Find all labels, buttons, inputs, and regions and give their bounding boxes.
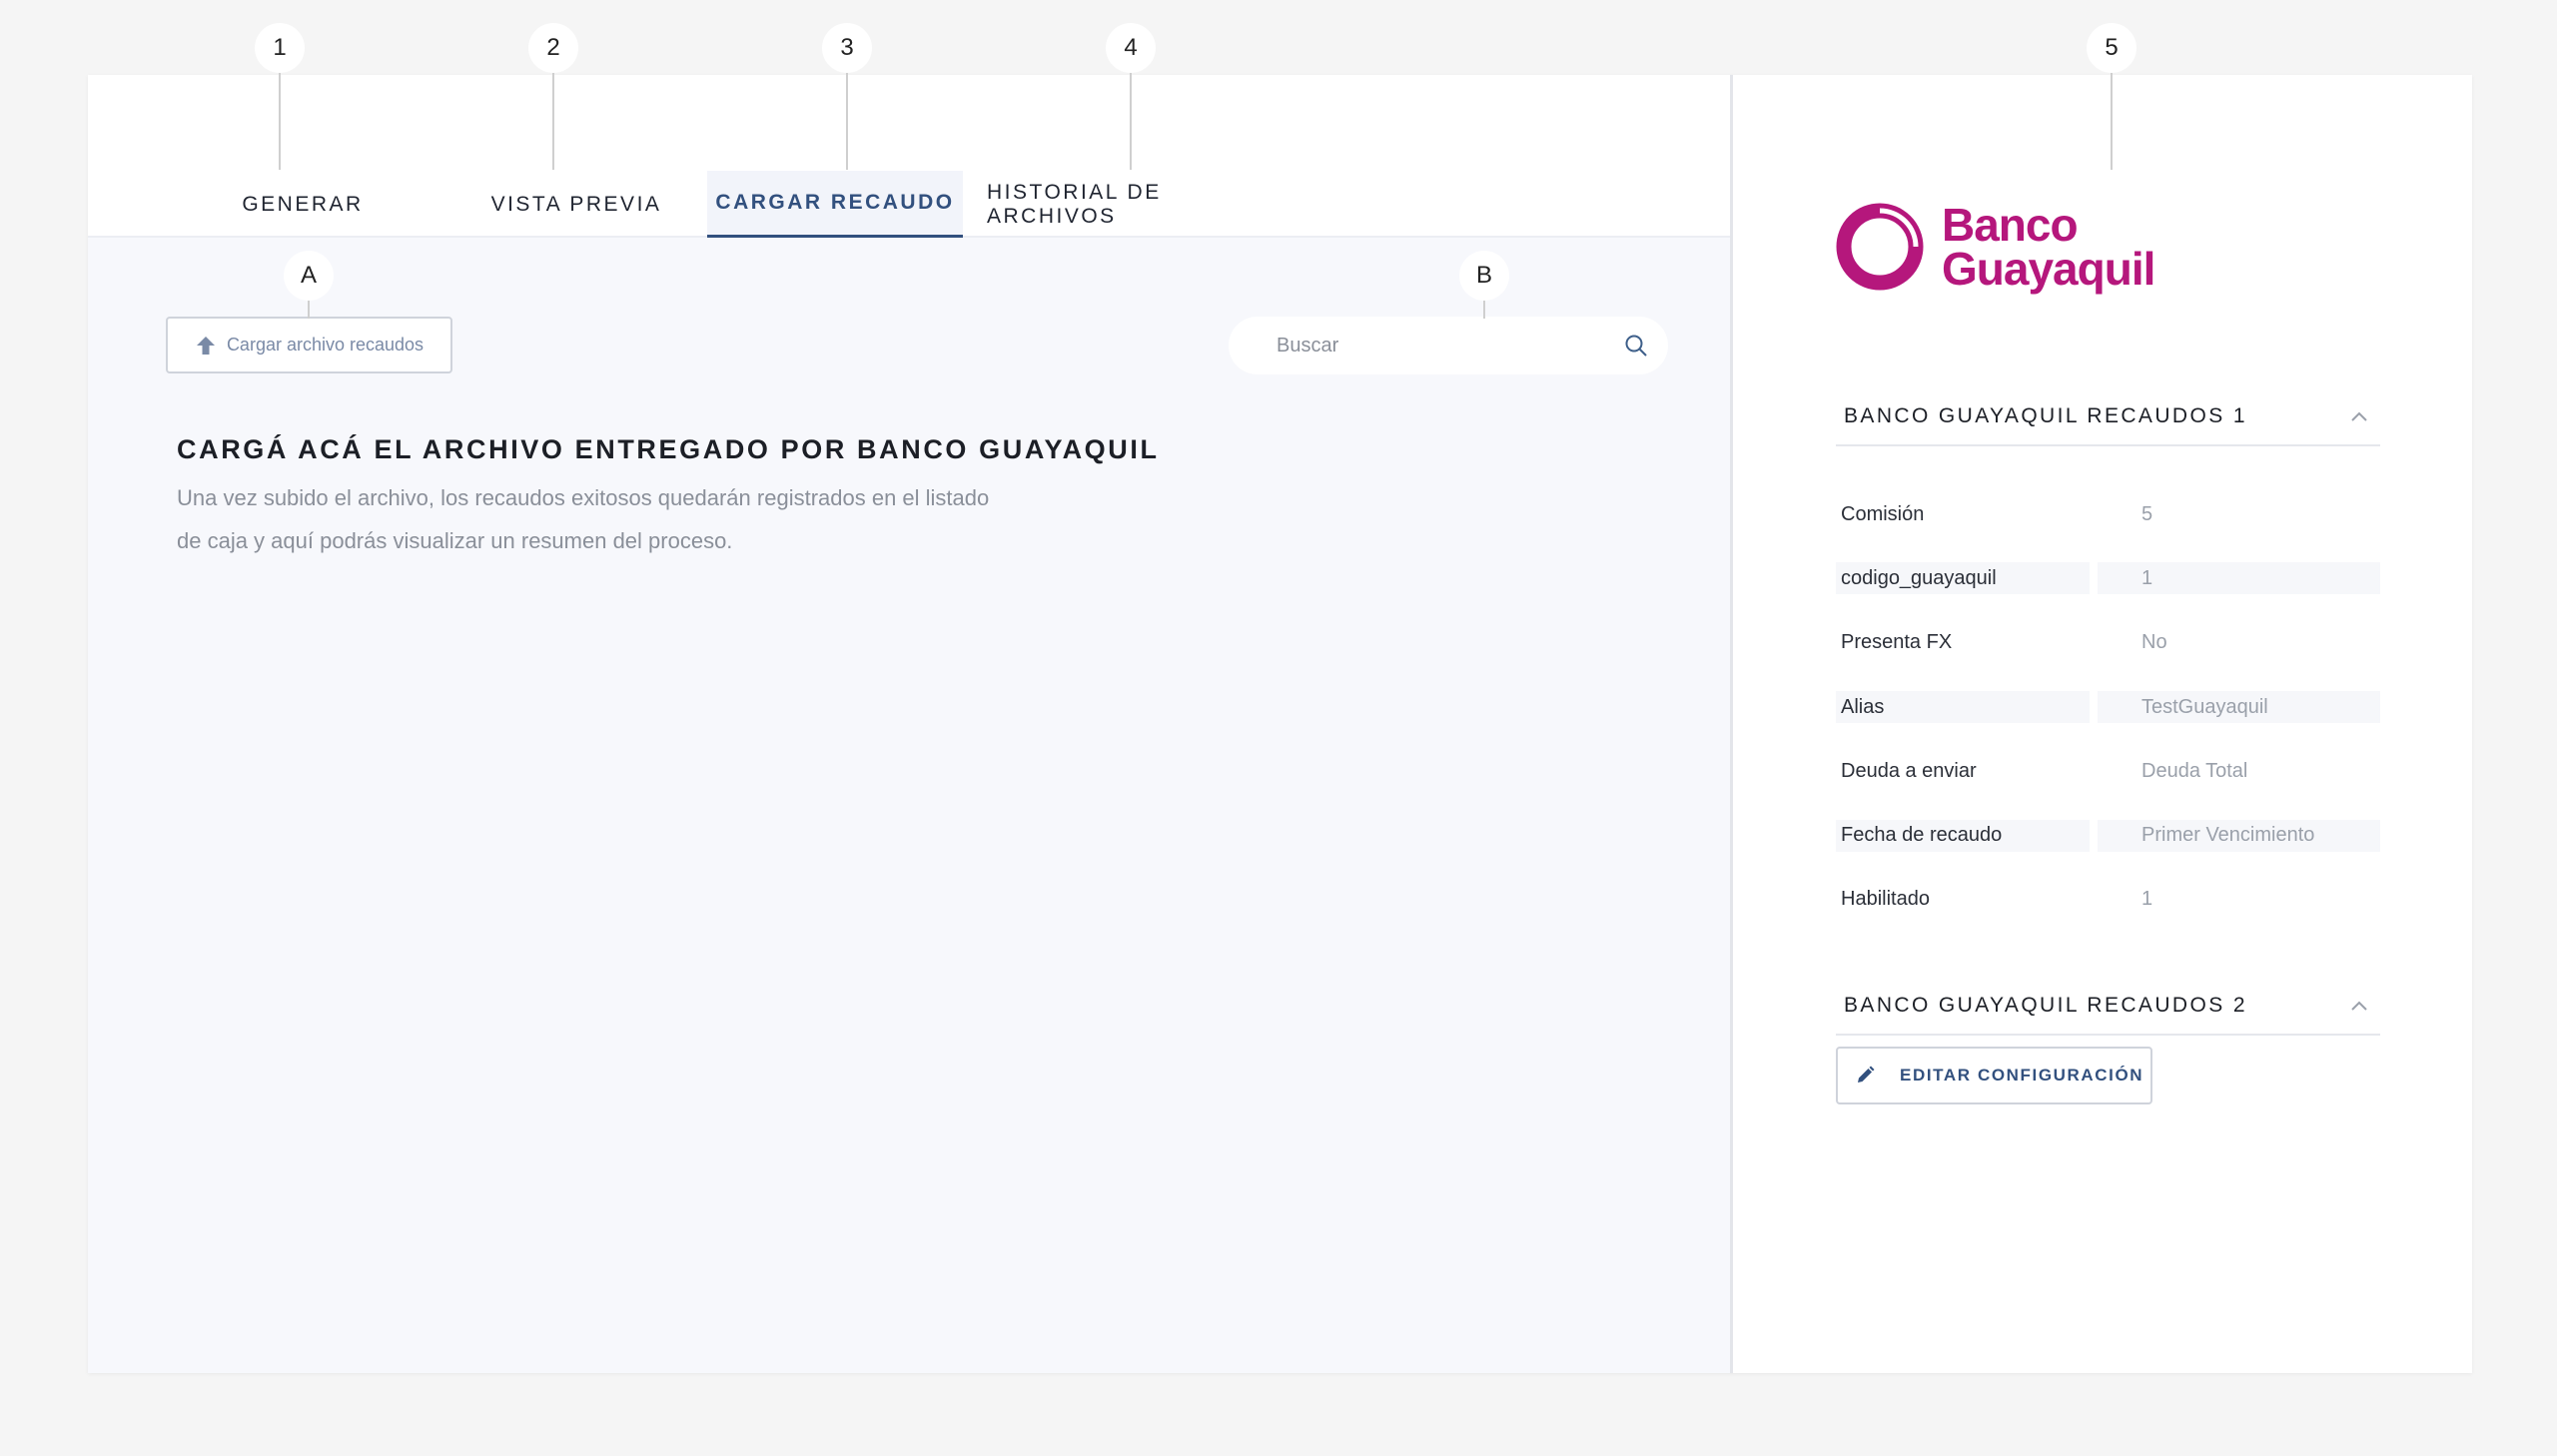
upload-file-button[interactable]: Cargar archivo recaudos [166,317,452,373]
tabs-bar: GENERAR VISTA PREVIA CARGAR RECAUDO HIST… [88,75,1730,238]
search-input[interactable] [1277,334,1624,358]
upload-description-line-1: Una vez subido el archivo, los recaudos … [177,485,990,510]
annotation-marker-a: A [284,251,334,301]
config-key: Habilitado [1841,888,1930,911]
config-key: Fecha de recaudo [1836,819,2090,852]
left-panel: GENERAR VISTA PREVIA CARGAR RECAUDO HIST… [88,75,1733,1373]
config-row-habilitado: Habilitado 1 [1836,868,2380,932]
config-key: codigo_guayaquil [1836,562,2090,595]
annotation-marker-b: B [1459,251,1509,301]
config-row-presenta-fx: Presenta FX No [1836,611,2380,675]
config-row-deuda-a-enviar: Deuda a enviar Deuda Total [1836,739,2380,803]
upload-title: CARGÁ ACÁ EL ARCHIVO ENTREGADO POR BANCO… [177,434,1160,464]
config-key: Alias [1836,691,2090,724]
annotation-marker-4: 4 [1106,23,1156,73]
config-row-codigo-guayaquil: codigo_guayaquil 1 [1836,546,2380,610]
bank-logo-swirl-icon [1836,203,1924,291]
tab-generar[interactable]: GENERAR [228,171,378,238]
annotation-marker-1: 1 [255,23,305,73]
upload-description: Una vez subido el archivo, los recaudos … [177,476,1076,562]
config-value: 1 [2098,562,2380,595]
section-header-recaudos-1[interactable]: BANCO GUAYAQUIL RECAUDOS 1 [1836,388,2380,446]
config-value: TestGuayaquil [2098,691,2380,724]
section-title: BANCO GUAYAQUIL RECAUDOS 1 [1844,404,2247,427]
bank-logo-line-2: Guayaquil [1942,243,2155,295]
config-key: Deuda a enviar [1841,759,1977,782]
bank-logo-text: Banco Guayaquil [1942,199,2155,295]
upload-file-label: Cargar archivo recaudos [226,335,425,355]
tab-cargar-recaudo[interactable]: CARGAR RECAUDO [707,171,963,238]
annotation-marker-2: 2 [528,23,578,73]
annotation-marker-3: 3 [822,23,872,73]
config-key: Presenta FX [1841,631,1953,654]
annotation-marker-5: 5 [2087,23,2136,73]
main-card: GENERAR VISTA PREVIA CARGAR RECAUDO HIST… [88,75,2472,1373]
tab-vista-previa[interactable]: VISTA PREVIA [471,171,681,238]
config-value: Deuda Total [2141,759,2248,782]
config-row-alias: Alias TestGuayaquil [1836,675,2380,739]
section-title: BANCO GUAYAQUIL RECAUDOS 2 [1844,994,2247,1017]
chevron-up-icon[interactable] [2350,410,2368,422]
tab-historial-de-archivos[interactable]: HISTORIAL DE ARCHIVOS [987,171,1277,238]
search-icon[interactable] [1624,334,1648,358]
search-box [1229,317,1668,374]
section-header-recaudos-2[interactable]: BANCO GUAYAQUIL RECAUDOS 2 [1836,978,2380,1036]
config-value: 1 [2141,888,2153,911]
config-row-fecha-de-recaudo: Fecha de recaudo Primer Vencimiento [1836,803,2380,867]
edit-configuration-label: EDITAR CONFIGURACIÓN [1900,1066,2144,1085]
config-row-comision: Comisión 5 [1836,482,2380,546]
upload-arrow-icon [195,335,217,357]
bank-logo: Banco Guayaquil [1836,199,2155,295]
edit-configuration-button[interactable]: EDITAR CONFIGURACIÓN [1836,1047,2152,1104]
upload-description-line-2: de caja y aquí podrás visualizar un resu… [177,528,733,553]
pencil-icon [1854,1065,1876,1087]
config-key: Comisión [1841,502,1925,525]
bank-logo-line-1: Banco [1942,199,2079,251]
chevron-up-icon[interactable] [2350,1000,2368,1012]
right-panel: Banco Guayaquil BANCO GUAYAQUIL RECAUDOS… [1736,75,2472,1373]
config-value: Primer Vencimiento [2098,819,2380,852]
config-value: 5 [2141,502,2153,525]
config-list: Comisión 5 codigo_guayaquil 1 Presenta F… [1836,482,2380,932]
config-value: No [2141,631,2167,654]
